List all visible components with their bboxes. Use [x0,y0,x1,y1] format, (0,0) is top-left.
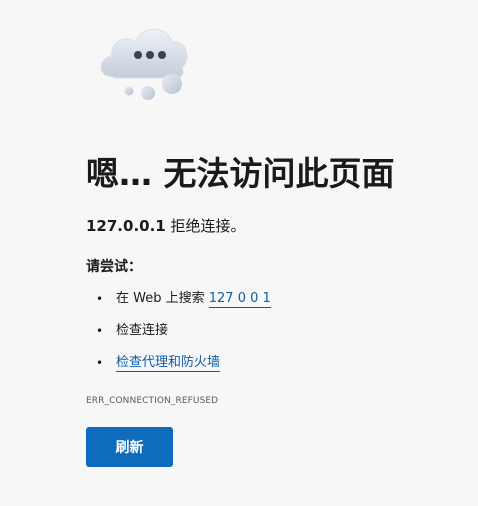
error-page: 嗯… 无法访问此页面 127.0.0.1 拒绝连接。 请尝试： • 在 Web … [0,0,478,506]
bullet-icon: • [96,292,104,306]
suggestion-check-proxy: • 检查代理和防火墙 [86,349,271,381]
search-web-link[interactable]: 127 0 0 1 [208,291,271,308]
bullet-icon: • [96,324,104,338]
suggestions-label: 请尝试： [86,259,142,275]
cloud-with-ellipsis-icon [100,28,188,100]
error-code: ERR_CONNECTION_REFUSED [86,396,219,406]
suggestion-check-connection: • 检查连接 [86,317,271,349]
page-title: 嗯… 无法访问此页面 [86,154,395,193]
check-connection-text: 检查连接 [116,323,169,338]
check-proxy-firewall-link[interactable]: 检查代理和防火墙 [116,355,221,372]
bullet-icon: • [96,356,104,370]
refresh-button[interactable]: 刷新 [86,427,173,467]
suggestions-list: • 在 Web 上搜索 127 0 0 1 • 检查连接 • 检查代理和防火墙 [86,285,271,381]
suggestion-search-web: • 在 Web 上搜索 127 0 0 1 [86,285,271,317]
error-message-text: 拒绝连接。 [165,217,246,235]
error-message: 127.0.0.1 拒绝连接。 [86,215,246,237]
error-host: 127.0.0.1 [86,217,166,235]
suggestion-search-prefix: 在 Web 上搜索 [116,291,209,306]
